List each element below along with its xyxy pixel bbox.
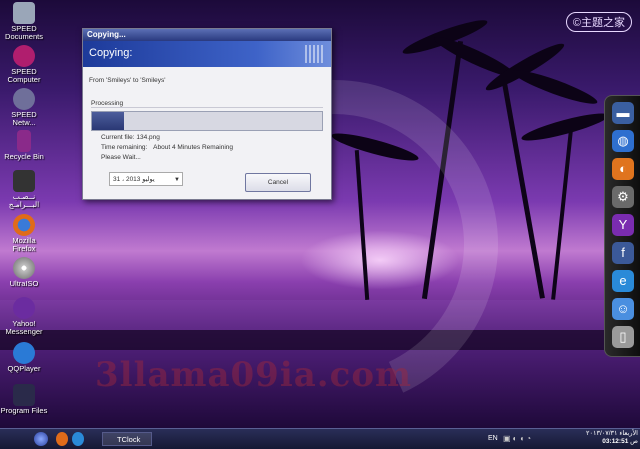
date-picker[interactable]: 31 ، يوليو 2013 ▼ <box>109 172 183 186</box>
desktop-icon-program-files[interactable]: Program Files <box>0 384 48 415</box>
desktop-icon-ultraiso[interactable]: UltraISO <box>0 257 48 288</box>
computer-icon <box>13 45 35 67</box>
clock-time: 03:12:51 <box>602 438 629 445</box>
desktop-icon-label: SPEED Netw... <box>11 110 37 127</box>
desktop-icon-label: QQPlayer <box>7 364 41 373</box>
progress-fill <box>92 112 125 130</box>
section-divider <box>91 107 323 108</box>
date-value: 31 ، يوليو 2013 <box>113 176 155 183</box>
firefox-icon <box>13 214 35 236</box>
processing-label: Processing <box>91 100 124 107</box>
folder-icon <box>13 384 35 406</box>
desktop-icon-label: Mozilla Firefox <box>12 236 36 253</box>
desktop-icon-label: Yahoo! Messenger <box>5 319 43 336</box>
qqplayer-icon <box>13 342 35 364</box>
from-to-text: From 'Smileys' to 'Smileys' <box>89 77 166 84</box>
programs-icon <box>13 170 35 192</box>
tray-icons[interactable]: ▣◐◖◔ <box>503 432 543 446</box>
watermark-text: 3llama09ia.com <box>95 355 412 395</box>
please-wait-text: Please Wait... <box>101 154 141 161</box>
task-label: TClock <box>117 435 141 444</box>
copy-progress-bar <box>91 111 323 131</box>
taskbar: TClock EN ▣◐◖◔ الأربعاء ٢٠١٣/٠٧/٣١ ص 03:… <box>0 428 640 449</box>
chevron-down-icon[interactable]: ▼ <box>174 173 180 187</box>
side-dock: ▬ ◍ ◐ ⚙ Yf e ☺ ▯ <box>604 95 640 357</box>
palm-frond <box>510 65 600 109</box>
copy-info: Current file: 134.png Time remaining: Ab… <box>83 133 331 163</box>
desktop-icon-label: SPEED Documents <box>5 24 43 41</box>
dialog-banner: Copying: <box>83 41 331 67</box>
time-remaining-label: Time remaining: <box>101 144 148 151</box>
desktop-icon-recycle-bin[interactable]: Recycle Bin <box>0 130 48 161</box>
clock-date: الأربعاء ٢٠١٣/٠٧/٣١ <box>586 430 638 437</box>
monitor-icon[interactable]: ▬ <box>612 102 634 124</box>
facebook-icon[interactable]: f <box>612 242 634 264</box>
gear-icon[interactable]: ⚙ <box>612 186 634 208</box>
watermark-top-right: ©主题之家 <box>565 12 632 32</box>
recycle-bin-icon <box>17 130 31 152</box>
desktop-icon-computer[interactable]: SPEED Computer <box>0 45 48 84</box>
globe-icon[interactable]: ◍ <box>612 130 634 152</box>
start-button[interactable] <box>34 432 48 446</box>
yahoo-icon <box>13 297 35 319</box>
time-remaining-value: About 4 Minutes Remaining <box>153 144 234 151</box>
desktop-icon-label: Program Files <box>0 406 48 415</box>
taskbar-button-tclock[interactable]: TClock <box>102 432 152 446</box>
clock[interactable]: الأربعاء ٢٠١٣/٠٧/٣١ ص 03:12:51 <box>582 430 638 446</box>
palm-frond <box>519 108 611 146</box>
ie-quicklaunch-icon[interactable] <box>72 432 84 446</box>
palm-trunk <box>551 130 573 300</box>
desktop-icon-documents[interactable]: SPEED Documents <box>0 2 48 41</box>
desktop-icon-label: Recycle Bin <box>4 152 44 161</box>
banner-title: Copying: <box>89 47 133 59</box>
desktop-icon-label: UltraISO <box>9 279 39 288</box>
desktop-icon-network[interactable]: SPEED Netw... <box>0 88 48 127</box>
banner-stripes-icon <box>305 45 323 63</box>
dialog-titlebar[interactable]: Copying... <box>83 29 331 41</box>
folder-icon <box>13 2 35 24</box>
trash-icon[interactable]: ▯ <box>612 326 634 348</box>
copy-dialog: Copying... Copying: From 'Smileys' to 'S… <box>82 28 332 200</box>
desktop-icon-programs[interactable]: نــصـب البـــرامـج <box>0 170 48 209</box>
disc-icon <box>13 257 35 279</box>
clock-ampm: ص <box>630 438 638 445</box>
desktop-icon-yahoo[interactable]: Yahoo! Messenger <box>0 297 48 336</box>
desktop-icon-label: SPEED Computer <box>7 67 41 84</box>
language-indicator[interactable]: EN <box>488 432 498 446</box>
current-file-text: Current file: 134.png <box>101 134 160 141</box>
cancel-button[interactable]: Cancel <box>245 173 311 192</box>
ie-icon[interactable]: e <box>612 270 634 292</box>
time-remaining-row: Time remaining: About 4 Minutes Remainin… <box>101 143 331 153</box>
network-icon <box>13 88 35 110</box>
desktop-icon-label: نــصـب البـــرامـج <box>8 192 40 209</box>
palm-trunk <box>500 71 545 299</box>
desktop-icon-firefox[interactable]: Mozilla Firefox <box>0 214 48 253</box>
finder-icon[interactable]: ☺ <box>612 298 634 320</box>
firefox-icon[interactable]: ◐ <box>612 158 634 180</box>
yahoo-icon[interactable]: Y <box>612 214 634 236</box>
firefox-quicklaunch-icon[interactable] <box>56 432 68 446</box>
desktop-icon-qqplayer[interactable]: QQPlayer <box>0 342 48 373</box>
